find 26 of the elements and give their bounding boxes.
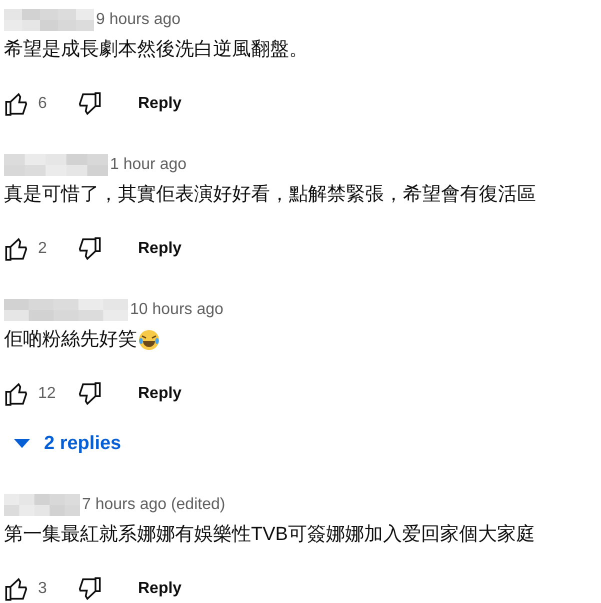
comment-time[interactable]: 9 hours ago — [96, 11, 181, 29]
thumbs-up-icon[interactable] — [4, 91, 30, 117]
comment-time[interactable]: 10 hours ago — [130, 301, 224, 319]
reply-button[interactable]: Reply — [128, 572, 192, 603]
like-count: 3 — [38, 580, 48, 598]
like-count: 12 — [38, 385, 57, 403]
thumbs-down-icon[interactable] — [76, 576, 102, 602]
caret-icon — [14, 439, 30, 449]
thumbs-up-icon[interactable] — [4, 236, 30, 262]
reply-button[interactable]: Reply — [128, 377, 192, 411]
thumbs-down-icon[interactable] — [76, 91, 102, 117]
comment-text: 佢啲粉絲先好笑 — [4, 328, 137, 352]
comment-time[interactable]: 1 hour ago — [110, 156, 187, 174]
comment-text: 希望是成長劇本然後洗白逆風翻盤。 — [4, 38, 308, 62]
comment-text: 第一集最紅就系娜娜有娛樂性TVB可簽娜娜加入爱回家個大家庭 — [4, 523, 535, 547]
reply-button[interactable]: Reply — [128, 87, 192, 121]
thumbs-up-icon[interactable] — [4, 576, 30, 602]
reply-button[interactable]: Reply — [128, 232, 192, 266]
comment-time[interactable]: 7 hours ago (edited) — [82, 496, 226, 514]
comment-text: 真是可惜了，其實佢表演好好看，點解禁緊張，希望會有復活區 — [4, 183, 536, 207]
like-count: 2 — [38, 240, 48, 258]
thumbs-down-icon[interactable] — [76, 236, 102, 262]
view-replies-button[interactable]: 2 replies — [4, 426, 122, 462]
thumbs-up-icon[interactable] — [4, 381, 30, 407]
like-count: 6 — [38, 95, 48, 113]
thumbs-down-icon[interactable] — [76, 381, 102, 407]
